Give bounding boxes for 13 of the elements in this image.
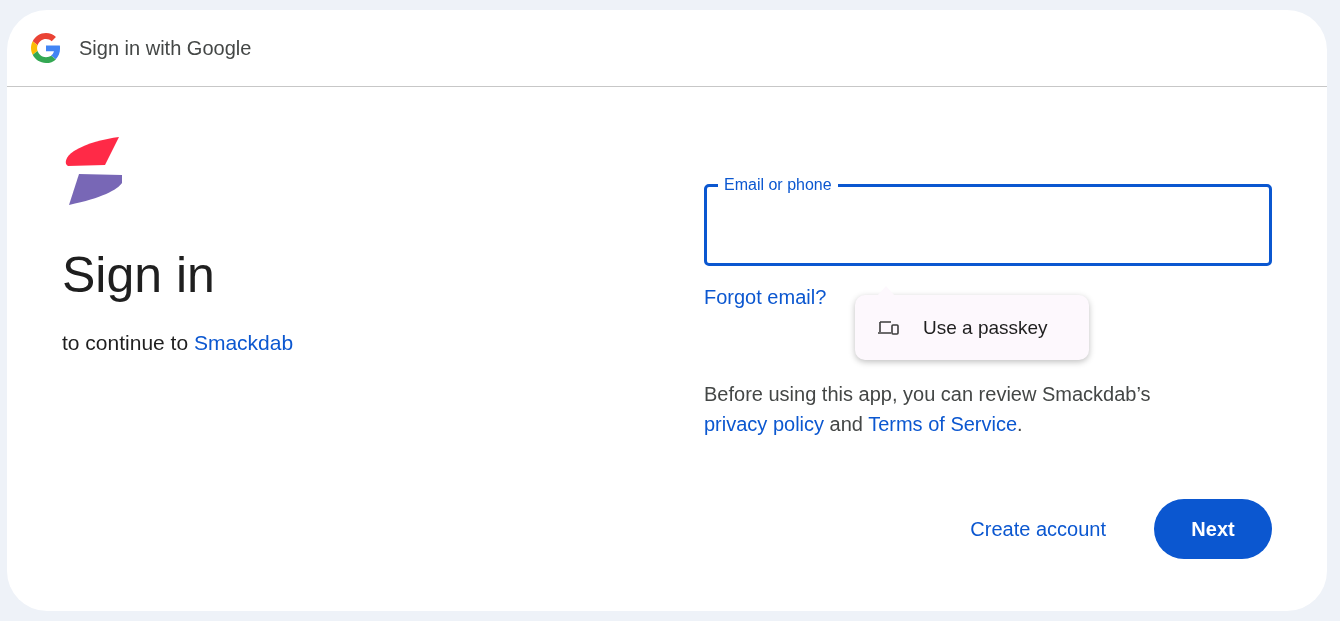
consent-text: Before using this app, you can review Smackdab’s privacy policy and Terms of Service. <box>704 382 1152 437</box>
google-logo-icon <box>31 33 61 63</box>
create-account-button[interactable]: Create account <box>970 517 1106 541</box>
header-title: Sign in with Google <box>79 36 252 60</box>
link[interactable]: privacy policy <box>704 413 825 435</box>
heading: Sign in <box>62 246 216 305</box>
devices-icon <box>877 318 899 337</box>
next-button[interactable]: Next <box>1154 499 1272 559</box>
link[interactable]: Smackdab <box>193 331 294 354</box>
subtitle: to continue to Smackdab <box>62 331 295 355</box>
field-label: Email or phone <box>718 176 838 194</box>
forgot-email-link[interactable]: Forgot email? <box>704 286 827 309</box>
link[interactable]: Terms of Service <box>868 413 1018 435</box>
